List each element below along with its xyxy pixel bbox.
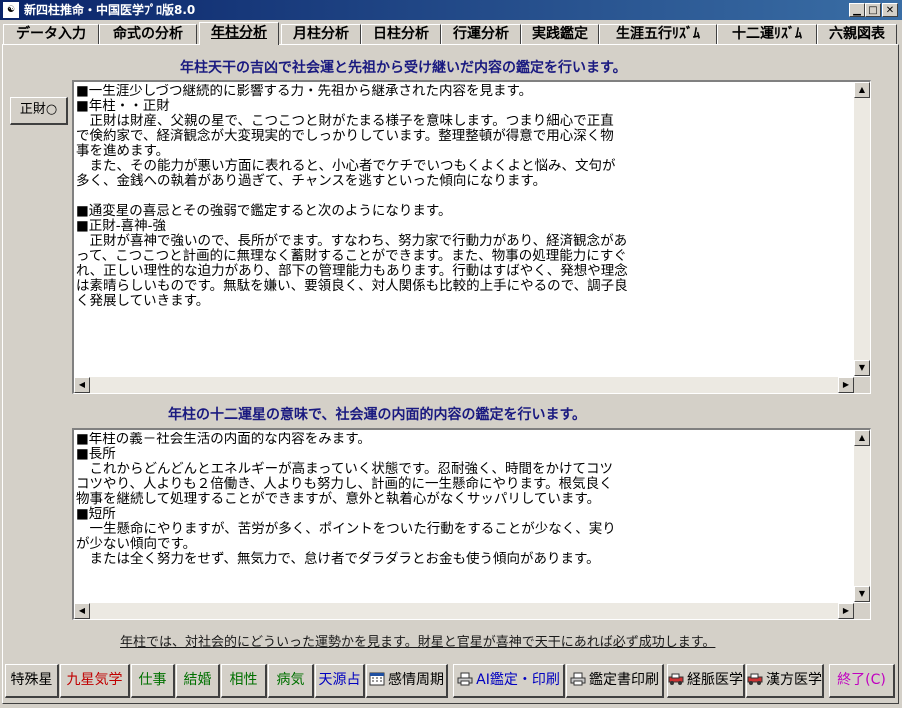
- scroll-corner: [854, 603, 870, 619]
- bottom-horizontal-scrollbar[interactable]: ◀ ▶: [74, 603, 854, 619]
- heading-twelve-stages: 年柱の十二運星の意味で、社会運の内面的内容の鑑定を行います。: [168, 407, 587, 423]
- tab-fortune-analysis[interactable]: 行運分析: [441, 24, 521, 44]
- appraisal-print-button[interactable]: 鑑定書印刷: [566, 664, 664, 698]
- tab-year-pillar[interactable]: 年柱分析: [199, 22, 279, 45]
- scroll-up-icon[interactable]: ▲: [854, 430, 870, 446]
- footer-note: 年柱では、対社会的にどういった運勢かを見ます。財星と官星が喜神で天干にあれば必ず…: [120, 635, 716, 650]
- tab-lifetime-five-elements[interactable]: 生涯五行ﾘｽﾞﾑ: [599, 24, 717, 44]
- app-window: ☯ 新四柱推命・中国医学ﾌﾟﾛ版8.0 ▁ □ ✕ データ入力 命式の分析 年柱…: [0, 0, 902, 708]
- top-text-content: ■一生涯少しづつ継続的に影響する力・先祖から継承された内容を見ます。 ■年柱・・…: [76, 84, 628, 309]
- tengen-button[interactable]: 天源占: [315, 664, 365, 698]
- ai-appraisal-label: AI鑑定・印刷: [476, 672, 560, 688]
- illness-button[interactable]: 病気: [268, 664, 314, 698]
- top-horizontal-scrollbar[interactable]: ◀ ▶: [74, 377, 854, 393]
- scroll-left-icon[interactable]: ◀: [74, 603, 90, 619]
- special-stars-button[interactable]: 特殊星: [5, 664, 59, 698]
- top-text-box[interactable]: ■一生涯少しづつ継続的に影響する力・先祖から継承された内容を見ます。 ■年柱・・…: [72, 80, 871, 394]
- scroll-right-icon[interactable]: ▶: [838, 603, 854, 619]
- bottom-text-content: ■年柱の義－社会生活の内面的な内容をみます。 ■長所 これからどんどんとエネルギ…: [76, 432, 616, 567]
- tab-strip: データ入力 命式の分析 年柱分析 月柱分析 日柱分析 行運分析 実践鑑定 生涯五…: [3, 22, 899, 45]
- bottom-text-box[interactable]: ■年柱の義－社会生活の内面的な内容をみます。 ■長所 これからどんどんとエネルギ…: [72, 428, 871, 620]
- printer-icon: [570, 672, 586, 686]
- scroll-left-icon[interactable]: ◀: [74, 377, 90, 393]
- ai-appraisal-print-button[interactable]: AI鑑定・印刷: [453, 664, 565, 698]
- scroll-down-icon[interactable]: ▼: [854, 360, 870, 376]
- title-bar: ☯ 新四柱推命・中国医学ﾌﾟﾛ版8.0 ▁ □ ✕: [0, 0, 902, 20]
- tab-month-pillar[interactable]: 月柱分析: [281, 24, 361, 44]
- emotion-cycle-button[interactable]: 感情周期: [366, 664, 448, 698]
- maximize-button[interactable]: □: [865, 3, 881, 17]
- calendar-icon: [369, 672, 385, 686]
- tab-twelve-stages[interactable]: 十二運ﾘｽﾞﾑ: [717, 24, 817, 44]
- minimize-button[interactable]: ▁: [849, 3, 865, 17]
- kampo-medicine-label: 漢方医学: [766, 672, 822, 688]
- car-icon: [668, 673, 684, 685]
- car-icon: [747, 673, 763, 685]
- meridian-medicine-label: 経脈医学: [687, 672, 743, 688]
- tab-six-relations[interactable]: 六親図表: [817, 24, 897, 44]
- kampo-medicine-button[interactable]: 漢方医学: [746, 664, 824, 698]
- scroll-up-icon[interactable]: ▲: [854, 82, 870, 98]
- app-icon[interactable]: ☯: [3, 2, 19, 18]
- heading-heavenly-stem: 年柱天干の吉凶で社会運と先祖から受け継いだ内容の鑑定を行います。: [180, 60, 627, 76]
- seizai-button[interactable]: 正財○: [10, 97, 68, 125]
- exit-button[interactable]: 終了(C): [829, 664, 895, 698]
- appraisal-print-label: 鑑定書印刷: [589, 672, 659, 688]
- tab-data-input[interactable]: データ入力: [3, 24, 99, 44]
- printer-icon: [457, 672, 473, 686]
- marriage-button[interactable]: 結婚: [176, 664, 220, 698]
- meridian-medicine-button[interactable]: 経脈医学: [667, 664, 745, 698]
- top-vertical-scrollbar[interactable]: ▲ ▼: [854, 82, 870, 376]
- tab-meishiki-analysis[interactable]: 命式の分析: [99, 24, 197, 44]
- bottom-button-bar: 特殊星 九星気学 仕事 結婚 相性 病気 天源占 感情周期 AI鑑定・印刷 鑑定…: [3, 664, 899, 700]
- scroll-right-icon[interactable]: ▶: [838, 377, 854, 393]
- tab-practical[interactable]: 実践鑑定: [521, 24, 599, 44]
- window-title: 新四柱推命・中国医学ﾌﾟﾛ版8.0: [24, 3, 196, 17]
- nine-star-button[interactable]: 九星気学: [60, 664, 130, 698]
- emotion-cycle-label: 感情周期: [388, 672, 444, 688]
- close-button[interactable]: ✕: [882, 3, 898, 17]
- bottom-vertical-scrollbar[interactable]: ▲ ▼: [854, 430, 870, 602]
- work-button[interactable]: 仕事: [131, 664, 175, 698]
- compatibility-button[interactable]: 相性: [221, 664, 267, 698]
- scroll-down-icon[interactable]: ▼: [854, 586, 870, 602]
- tab-day-pillar[interactable]: 日柱分析: [361, 24, 441, 44]
- scroll-corner: [854, 377, 870, 393]
